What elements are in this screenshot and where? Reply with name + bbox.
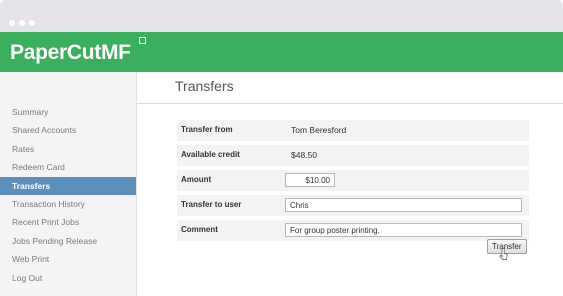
transfer-from-label: Transfer from	[181, 125, 233, 134]
close-dot-icon[interactable]	[9, 20, 15, 26]
amount-row: Amount	[177, 170, 529, 192]
window-controls	[9, 13, 39, 31]
transfer-to-label: Transfer to user	[181, 200, 242, 209]
sidebar-item-transaction-history[interactable]: Transaction History	[0, 195, 136, 213]
amount-input[interactable]	[285, 173, 335, 187]
window-titlebar	[0, 0, 563, 32]
main-content: Transfers Transfer from Tom Beresford Av…	[137, 72, 563, 296]
sidebar-item-log-out[interactable]: Log Out	[0, 269, 136, 287]
sidebar-item-jobs-pending-release[interactable]: Jobs Pending Release	[0, 232, 136, 250]
transfer-to-row: Transfer to user	[177, 195, 529, 217]
available-credit-label: Available credit	[181, 150, 240, 159]
available-credit-value: $48.50	[291, 150, 317, 160]
sidebar-item-shared-accounts[interactable]: Shared Accounts	[0, 121, 136, 139]
sidebar-item-redeem-card[interactable]: Redeem Card	[0, 158, 136, 176]
sidebar: Summary Shared Accounts Rates Redeem Car…	[0, 72, 137, 296]
comment-row: Comment	[177, 220, 529, 242]
mouse-pointer-icon	[499, 248, 508, 260]
minimize-dot-icon[interactable]	[19, 20, 25, 26]
comment-label: Comment	[181, 225, 218, 234]
papercut-logo: PaperCutMF	[10, 41, 131, 64]
logo-square-icon	[139, 37, 146, 44]
comment-input[interactable]	[285, 223, 522, 237]
transfer-form: Transfer from Tom Beresford Available cr…	[177, 120, 529, 245]
browser-window: PaperCutMF Summary Shared Accounts Rates…	[0, 0, 563, 296]
available-credit-row: Available credit $48.50	[177, 145, 529, 167]
maximize-dot-icon[interactable]	[29, 20, 35, 26]
header-bar: PaperCutMF	[0, 32, 563, 72]
sidebar-item-web-print[interactable]: Web Print	[0, 250, 136, 268]
transfer-from-row: Transfer from Tom Beresford	[177, 120, 529, 142]
sidebar-item-transfers[interactable]: Transfers	[0, 176, 136, 195]
transfer-to-user-input[interactable]	[285, 198, 522, 212]
sidebar-item-recent-print-jobs[interactable]: Recent Print Jobs	[0, 213, 136, 231]
page-title: Transfers	[175, 78, 234, 94]
title-divider	[137, 103, 563, 104]
sidebar-item-rates[interactable]: Rates	[0, 140, 136, 158]
sidebar-item-summary[interactable]: Summary	[0, 103, 136, 121]
transfer-from-value: Tom Beresford	[291, 125, 347, 135]
sidebar-nav: Summary Shared Accounts Rates Redeem Car…	[0, 103, 136, 287]
amount-label: Amount	[181, 175, 212, 184]
